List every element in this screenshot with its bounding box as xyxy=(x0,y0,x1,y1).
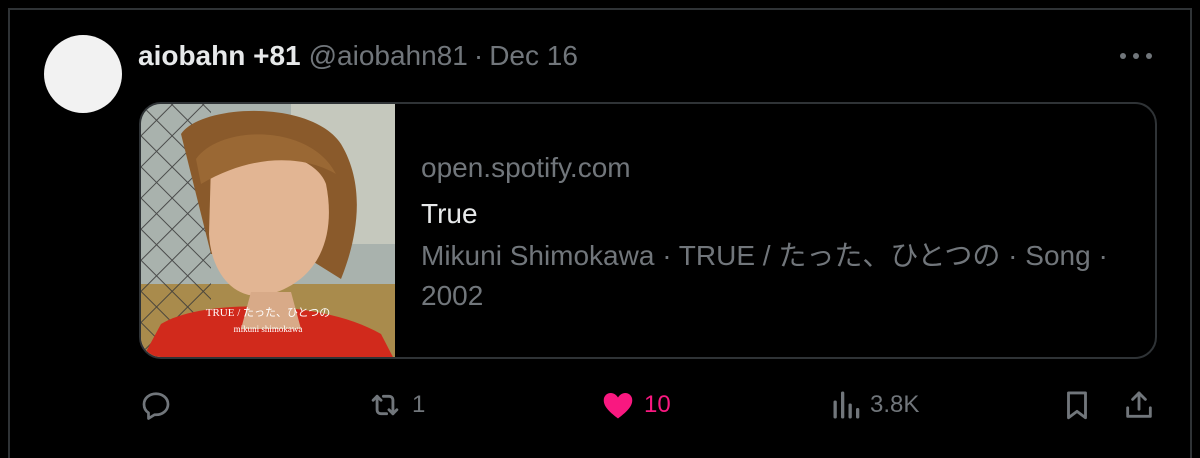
album-cover-thumbnail: TRUE / たった、ひとつの mikuni shimokawa xyxy=(141,104,395,357)
card-description: Mikuni Shimokawa · TRUE / たった、ひとつの · Son… xyxy=(421,240,1108,311)
tweet-header: aiobahn +81 @aiobahn81 · Dec 16 xyxy=(138,38,578,74)
views-icon xyxy=(833,391,860,419)
link-preview-card[interactable]: TRUE / たった、ひとつの mikuni shimokawa open.sp… xyxy=(139,102,1157,359)
share-button[interactable] xyxy=(1122,383,1156,427)
card-domain: open.spotify.com xyxy=(421,152,631,183)
cover-title-text: TRUE / たった、ひとつの xyxy=(206,306,331,319)
avatar[interactable] xyxy=(44,35,122,113)
views-count: 3.8K xyxy=(870,391,920,418)
reply-icon xyxy=(142,392,170,420)
share-icon xyxy=(1126,391,1152,418)
retweet-button[interactable]: 1 xyxy=(366,383,425,427)
views-button[interactable]: 3.8K xyxy=(832,383,919,427)
bookmark-button[interactable] xyxy=(1060,383,1094,427)
tweet-date[interactable]: Dec 16 xyxy=(489,40,578,72)
retweet-icon xyxy=(371,394,399,416)
header-separator: · xyxy=(473,40,484,71)
more-icon[interactable] xyxy=(1120,44,1152,68)
like-icon xyxy=(603,393,633,419)
card-text: open.spotify.com True Mikuni Shimokawa ·… xyxy=(421,150,1131,316)
like-count: 10 xyxy=(644,391,671,418)
bookmark-icon xyxy=(1067,391,1087,420)
cover-artist-text: mikuni shimokawa xyxy=(234,324,303,334)
reply-button[interactable] xyxy=(138,383,182,427)
card-title: True xyxy=(421,198,478,229)
tweet-actions: 1 10 3.8K xyxy=(138,383,1162,427)
display-name[interactable]: aiobahn +81 xyxy=(138,40,301,72)
retweet-count: 1 xyxy=(412,391,426,418)
like-button[interactable]: 10 xyxy=(600,383,671,427)
user-handle[interactable]: @aiobahn81 xyxy=(309,40,468,72)
